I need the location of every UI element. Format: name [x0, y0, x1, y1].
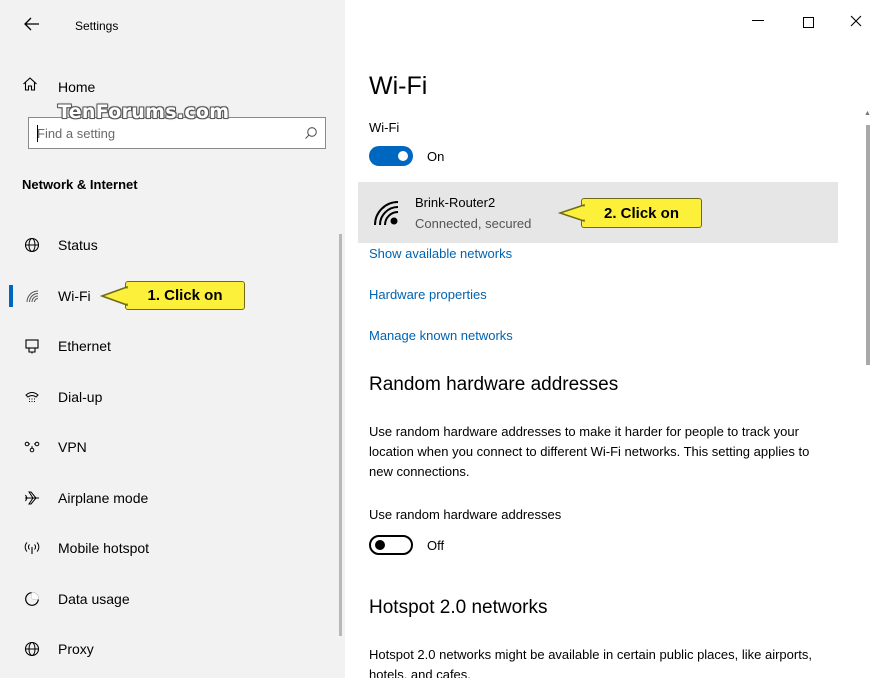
- wifi-toggle[interactable]: [369, 146, 413, 166]
- home-nav-item[interactable]: Home: [22, 76, 95, 97]
- toggle-knob: [375, 540, 385, 550]
- home-icon: [22, 76, 44, 97]
- sidebar-item-data-usage[interactable]: Data usage: [0, 574, 340, 625]
- vpn-icon: [22, 437, 42, 457]
- app-title: Settings: [75, 19, 119, 33]
- sidebar-item-dialup[interactable]: Dial-up: [0, 372, 340, 423]
- sidebar-item-label: Mobile hotspot: [58, 540, 150, 557]
- scroll-up-arrow-icon[interactable]: ▲: [864, 110, 870, 117]
- wifi-icon: [22, 286, 42, 306]
- watermark: TenForums.com: [58, 101, 230, 123]
- hotspot-description: Hotspot 2.0 networks might be available …: [369, 647, 812, 678]
- sidebar-item-label: VPN: [58, 439, 87, 456]
- wifi-toggle-state: On: [427, 149, 445, 164]
- selection-indicator: [9, 284, 13, 307]
- dialup-icon: [22, 387, 42, 407]
- sidebar-item-label: Data usage: [58, 590, 130, 607]
- globe-proxy-icon: [22, 639, 42, 659]
- hardware-properties-link[interactable]: Hardware properties: [369, 287, 487, 302]
- wifi-signal-icon: [372, 199, 402, 227]
- sidebar-item-label: Dial-up: [58, 388, 103, 405]
- sidebar-item-airplane[interactable]: Airplane mode: [0, 473, 340, 524]
- main-scrollbar[interactable]: [866, 125, 870, 365]
- sidebar-item-label: Ethernet: [58, 338, 111, 355]
- callout-pointer: [558, 203, 586, 223]
- random-hw-toggle-state: Off: [427, 538, 445, 553]
- minimize-button[interactable]: [752, 20, 764, 21]
- sidebar-item-label: Wi-Fi: [58, 287, 91, 304]
- callout-step-1: 1. Click on: [125, 281, 245, 310]
- network-status: Connected, secured: [415, 216, 532, 231]
- sidebar: Settings Home TenForums.com Network & In…: [0, 0, 345, 678]
- sidebar-item-label: Airplane mode: [58, 489, 149, 506]
- callout-step-2: 2. Click on: [581, 198, 702, 228]
- hotspot-icon: [22, 538, 42, 558]
- hotspot-heading: Hotspot 2.0 networks: [369, 597, 548, 618]
- sidebar-item-label: Status: [58, 237, 98, 254]
- page-title: Wi-Fi: [369, 72, 428, 100]
- airplane-icon: [22, 488, 42, 508]
- sidebar-item-status[interactable]: Status: [0, 220, 340, 271]
- sidebar-item-label: Proxy: [58, 641, 94, 658]
- random-hw-heading: Random hardware addresses: [369, 374, 619, 395]
- show-available-networks-link[interactable]: Show available networks: [369, 246, 512, 261]
- sidebar-item-proxy[interactable]: Proxy: [0, 624, 340, 675]
- home-label: Home: [58, 78, 96, 95]
- close-button[interactable]: [850, 14, 862, 31]
- callout-pointer: [100, 285, 129, 307]
- ethernet-icon: [22, 336, 42, 356]
- section-title: Network & Internet: [22, 177, 138, 192]
- back-arrow-icon[interactable]: [20, 12, 44, 36]
- random-hw-toggle-label: Use random hardware addresses: [369, 507, 562, 522]
- wifi-toggle-label: Wi-Fi: [369, 120, 400, 135]
- search-icon[interactable]: [297, 126, 325, 140]
- sidebar-scrollbar[interactable]: [339, 234, 342, 636]
- network-name: Brink-Router2: [415, 195, 496, 210]
- data-usage-icon: [22, 589, 42, 609]
- manage-known-networks-link[interactable]: Manage known networks: [369, 328, 513, 343]
- maximize-button[interactable]: [803, 17, 814, 28]
- text-caret: [37, 125, 38, 142]
- toggle-knob: [398, 151, 408, 161]
- sidebar-item-hotspot[interactable]: Mobile hotspot: [0, 523, 340, 574]
- globe-status-icon: [22, 235, 42, 255]
- sidebar-item-ethernet[interactable]: Ethernet: [0, 321, 340, 372]
- random-hw-toggle[interactable]: [369, 535, 413, 555]
- random-hw-description: Use random hardware addresses to make it…: [369, 424, 810, 479]
- sidebar-item-vpn[interactable]: VPN: [0, 422, 340, 473]
